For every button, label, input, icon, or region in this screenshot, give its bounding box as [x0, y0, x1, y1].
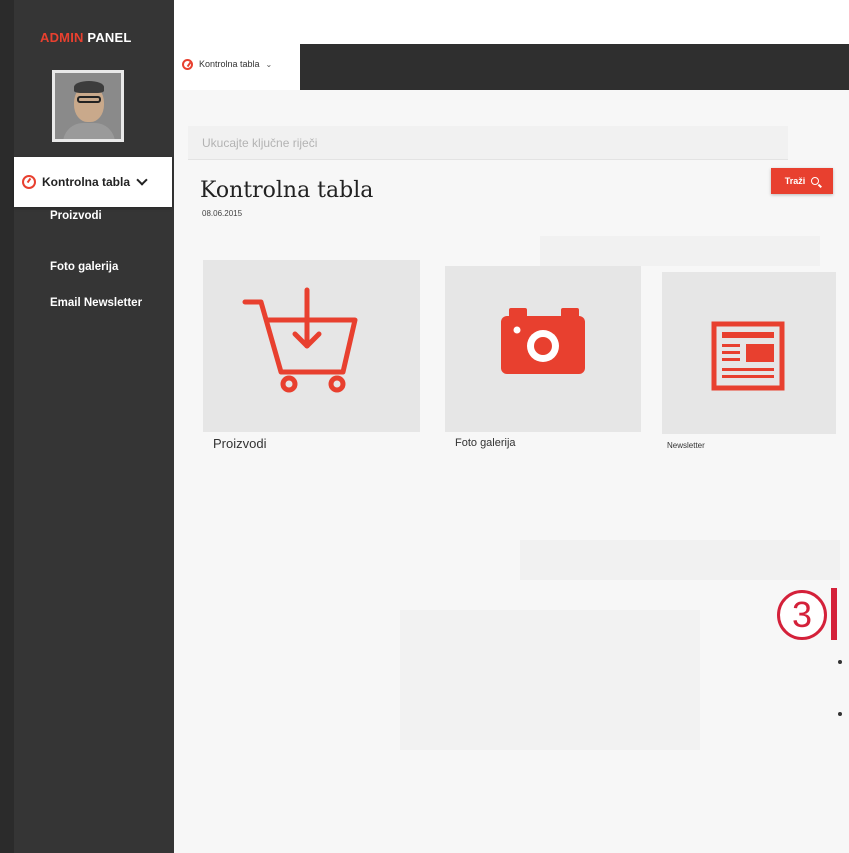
search-button-label: Traži: [784, 176, 806, 186]
tile-label-newsletter: Newsletter: [667, 441, 705, 450]
chevron-down-icon: [136, 174, 148, 186]
search-button[interactable]: Traži: [771, 168, 833, 194]
tile-gallery[interactable]: [445, 266, 641, 432]
device-frame-edge: [0, 0, 14, 853]
sidebar-item-newsletter[interactable]: Email Newsletter: [50, 297, 142, 309]
tile-label-gallery: Foto galerija: [455, 437, 516, 449]
bullet-point: [838, 660, 842, 664]
search-icon: [811, 177, 820, 185]
brand-rest: PANEL: [87, 30, 132, 45]
sidebar-item-label: Kontrolna tabla: [42, 175, 131, 189]
page-date: 08.06.2015: [202, 209, 243, 218]
decorative-panel: [400, 610, 700, 750]
brand-accent: ADMIN: [40, 30, 84, 45]
avatar[interactable]: [52, 70, 124, 142]
tile-label-products: Proizvodi: [213, 436, 267, 451]
newsletter-icon: [711, 321, 785, 391]
decorative-panel: [520, 540, 840, 580]
tab-dashboard[interactable]: Kontrolna tabla ⌄: [174, 38, 300, 90]
dashboard-icon: [22, 175, 36, 189]
camera-icon: [501, 308, 585, 374]
bullet-point: [838, 712, 842, 716]
step-number-badge: 3: [777, 590, 827, 640]
brand-logo: ADMIN PANEL: [40, 30, 132, 45]
page-title: Kontrolna tabla: [200, 178, 374, 203]
dashboard-icon: [182, 58, 193, 70]
decorative-panel: [540, 236, 820, 266]
sidebar-item-dashboard[interactable]: Kontrolna tabla: [14, 157, 172, 207]
chevron-down-icon: ⌄: [265, 59, 273, 69]
decorative-marker: [831, 588, 837, 640]
sidebar-item-gallery[interactable]: Foto galerija: [50, 261, 118, 273]
sidebar: ADMIN PANEL: [14, 0, 174, 853]
search-input[interactable]: Ukucajte ključne riječi: [188, 126, 788, 160]
sidebar-item-products[interactable]: Proizvodi: [50, 210, 102, 222]
tile-newsletter[interactable]: [662, 272, 836, 434]
tile-products[interactable]: [203, 260, 420, 432]
cart-icon: [242, 287, 358, 393]
tab-label: Kontrolna tabla: [199, 59, 260, 69]
